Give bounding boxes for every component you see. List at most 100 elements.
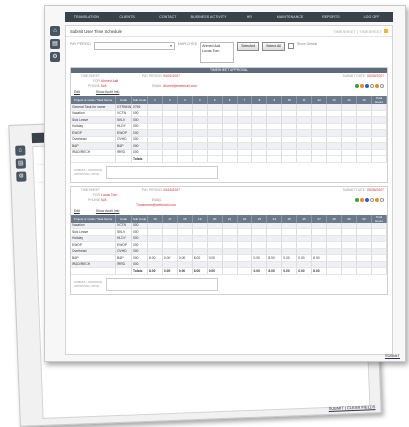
warning-icon[interactable] [375, 84, 379, 88]
total-cell: 0.00 [251, 267, 268, 275]
warning-icon[interactable] [375, 197, 379, 202]
edit-link[interactable]: Edit [74, 209, 80, 213]
timesheet-table: Project or Code / Task Name Code Sub Code 1… [71, 96, 387, 163]
column-header: 19 [192, 214, 208, 223]
column-header: 13 [326, 96, 342, 104]
nav-hr[interactable]: HR [230, 12, 269, 22]
home-icon[interactable]: ⌂ [15, 145, 26, 156]
approval-note-label: APPROVAL NOTE [74, 172, 100, 176]
employee-info: TIMESHEET FORAhmed Aali PAY PERIOD04/01/… [80, 74, 384, 89]
phone-value: N/A [101, 84, 107, 88]
info-icon[interactable] [365, 197, 369, 202]
column-header: 3 [177, 96, 193, 104]
empty-cell [71, 155, 116, 163]
empty-cell [115, 267, 132, 275]
employee-multiselect[interactable]: Ahmed Aali Lucas Tom [200, 42, 235, 63]
employee-option[interactable]: Lucas Tom [202, 49, 232, 54]
empty-cell [296, 155, 313, 163]
pay-period-select[interactable]: ▾ [93, 42, 175, 50]
side-toolbar: ⌂ ▤ ⚙ [15, 145, 28, 184]
total-cell: 8.00 [266, 267, 283, 275]
totals-row: Totals [71, 155, 387, 163]
nav-clients[interactable]: CLIENTS [108, 12, 147, 22]
home-icon[interactable]: ⌂ [50, 26, 60, 36]
nav-translation[interactable]: TRANSLATION [67, 12, 106, 22]
column-header: 1 [147, 96, 163, 104]
pay-period-date: 04/16/2007 [163, 187, 180, 192]
column-header: Code [115, 96, 132, 104]
settings-icon[interactable]: ⚙ [16, 171, 27, 182]
show-details-checkbox[interactable] [287, 43, 294, 49]
status-icons [198, 197, 384, 208]
radio-icon[interactable] [370, 84, 374, 88]
pay-period-date: 04/01/2007 [163, 74, 180, 78]
header-link-2[interactable]: TIMESHEET [359, 29, 382, 34]
column-header: 15 [356, 96, 373, 104]
column-header: 21 [222, 214, 238, 223]
column-header: Sub Code [131, 96, 148, 104]
email-value: Ahmed@webmail.com [163, 84, 197, 88]
column-header: 25 [281, 214, 298, 223]
approval-note-input[interactable] [106, 277, 219, 291]
filter-bar: PAY PERIOD ▾ EMPLOYEE Ahmed Aali Lucas T… [66, 37, 392, 67]
radio-icon[interactable] [380, 84, 384, 88]
main-content: Submit User Time Schedule TIMESHEET | TI… [65, 25, 393, 355]
folder-icon[interactable] [384, 29, 388, 33]
show-audit-link[interactable]: Show Audit Info [96, 90, 120, 94]
column-header: 5 [207, 96, 223, 104]
column-header: 24 [266, 214, 283, 223]
column-header: 4 [192, 96, 208, 104]
show-audit-link[interactable]: Show Audit Info [96, 209, 120, 213]
pending-icon[interactable] [360, 197, 364, 202]
header-link-1[interactable]: TIMESHEET [333, 29, 356, 34]
total-cell: 0.00 [207, 267, 223, 275]
page-header: Submit User Time Schedule TIMESHEET | TI… [66, 26, 392, 37]
select-all-button[interactable]: Select All [262, 42, 285, 51]
approve-icon[interactable] [355, 197, 359, 202]
column-header: 29 [341, 214, 357, 223]
top-navigation: TRANSLATION CLIENTS CONTACT BUSINESS ACT… [65, 12, 393, 22]
column-header: Project or Code / Task Name [71, 96, 116, 104]
timesheet-section: TIMESHEET APPROVAL TIMESHEET FORAhmed Aa… [70, 67, 388, 183]
total-cell [326, 267, 342, 275]
selected-button[interactable]: Selected [237, 42, 260, 51]
pending-icon[interactable] [360, 84, 364, 88]
total-cell [371, 267, 387, 275]
approval-note-label: APPROVAL NOTE [74, 284, 100, 288]
empty-cell [207, 155, 223, 163]
empty-cell [341, 155, 357, 163]
settings-icon[interactable]: ⚙ [50, 52, 60, 62]
total-cell: 8.00 [192, 267, 208, 275]
submit-link[interactable]: SUBMIT [385, 353, 400, 358]
column-header: 2 [162, 96, 178, 104]
nav-maintenance[interactable]: MAINTENANCE [271, 12, 310, 22]
approval-note-input[interactable] [106, 165, 219, 179]
column-header: 20 [207, 214, 223, 223]
back-submit-clear-link[interactable]: SUBMIT | CLEAR FIELDS [329, 404, 376, 411]
total-cell [237, 267, 253, 275]
total-cell: 0.00 [296, 267, 313, 275]
empty-cell [326, 155, 342, 163]
nav-contact[interactable]: CONTACT [149, 12, 188, 22]
submit-date: 05/06/2007 [367, 74, 384, 78]
empty-cell [251, 155, 268, 163]
radio-icon[interactable] [380, 197, 384, 202]
info-icon[interactable] [365, 84, 369, 88]
empty-cell [162, 155, 178, 163]
nav-business-activity[interactable]: BUSINESS ACTIVITY [189, 12, 228, 22]
header-breadcrumb: TIMESHEET | TIMESHEET [333, 29, 388, 34]
nav-log-off[interactable]: LOG OFF [352, 12, 391, 22]
radio-icon[interactable] [370, 197, 374, 202]
approve-icon[interactable] [355, 84, 359, 88]
total-cell: 8.00 [147, 267, 163, 275]
column-header: 17 [162, 214, 178, 223]
empty-cell [71, 267, 116, 275]
total-cell: 8.00 [311, 267, 328, 275]
document-icon[interactable]: ▤ [50, 39, 60, 49]
status-icons [198, 84, 384, 89]
nav-reports[interactable]: REPORTS [312, 12, 351, 22]
empty-cell [192, 155, 208, 163]
document-icon[interactable]: ▤ [15, 158, 27, 169]
side-toolbar: ⌂ ▤ ⚙ [50, 26, 62, 65]
edit-link[interactable]: Edit [74, 90, 80, 94]
